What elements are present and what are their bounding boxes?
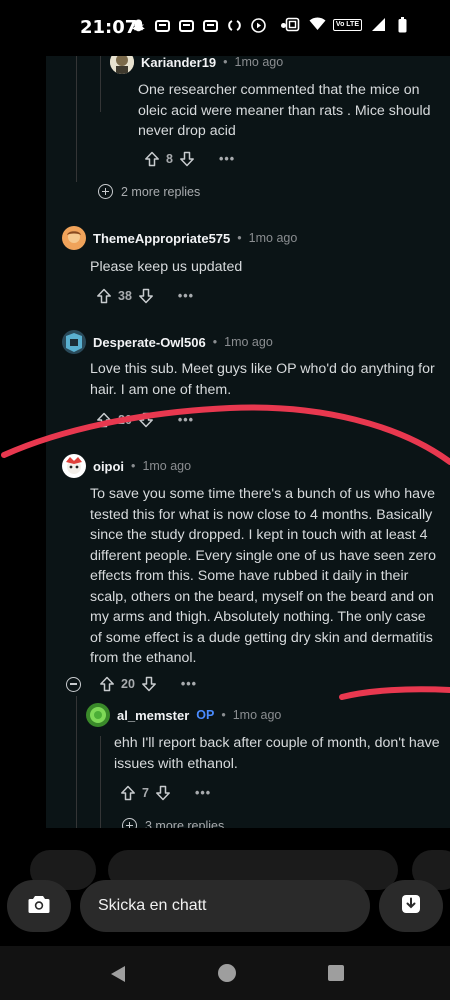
separator: • xyxy=(131,459,136,473)
timestamp: 1mo ago xyxy=(142,459,192,473)
downvote-icon[interactable] xyxy=(138,288,154,304)
wifi-icon xyxy=(309,17,326,32)
more-options-button[interactable]: ••• xyxy=(178,289,194,303)
camera-button[interactable] xyxy=(7,880,71,932)
thread-line xyxy=(76,696,77,828)
send-file-button[interactable] xyxy=(379,880,443,932)
signal-icon xyxy=(371,17,386,32)
separator: • xyxy=(237,231,242,245)
more-options-button[interactable]: ••• xyxy=(178,413,194,427)
downvote-icon[interactable] xyxy=(141,676,157,692)
system-icons: Vo LTE xyxy=(285,17,410,33)
comment-header: oipoi • 1mo ago xyxy=(62,454,191,478)
thread-line xyxy=(100,736,101,828)
message-icon xyxy=(155,19,170,32)
comment-body: Please keep us updated xyxy=(90,259,243,275)
media-icon xyxy=(251,18,266,33)
thread-line xyxy=(76,56,77,182)
upvote-icon[interactable] xyxy=(99,676,115,692)
downvote-icon[interactable] xyxy=(138,412,154,428)
timestamp: 1mo ago xyxy=(224,335,273,349)
volte-icon: Vo LTE xyxy=(332,18,362,31)
separator: • xyxy=(212,335,218,349)
vote-count: 8 xyxy=(166,152,173,166)
more-replies-link[interactable]: 2 more replies xyxy=(98,184,200,199)
comment-actions: 20 ••• xyxy=(96,412,194,428)
sync-icon xyxy=(227,18,242,33)
upvote-icon[interactable] xyxy=(96,412,112,428)
comment-actions: 8 ••• xyxy=(144,151,235,167)
vote-count: 20 xyxy=(121,677,135,691)
vote-count: 7 xyxy=(142,786,149,800)
comment-body: To save you some time there's a bunch of… xyxy=(90,486,436,666)
comment-actions: 38 ••• xyxy=(96,288,194,304)
comment-header: ThemeAppropriate575 • 1mo ago xyxy=(62,226,297,250)
message-icon xyxy=(203,19,218,32)
avatar[interactable] xyxy=(110,56,134,74)
comment-header: Desperate-Owl506 • 1mo ago xyxy=(62,330,273,354)
recent-apps-icon[interactable] xyxy=(328,965,344,981)
timestamp: 1mo ago xyxy=(232,708,282,722)
more-options-button[interactable]: ••• xyxy=(181,677,197,691)
upvote-icon[interactable] xyxy=(120,785,136,801)
timestamp: 1mo ago xyxy=(248,231,298,245)
comment-body: Love this sub. Meet guys like OP who'd d… xyxy=(90,361,435,398)
more-options-button[interactable]: ••• xyxy=(195,786,211,800)
downvote-icon[interactable] xyxy=(179,151,195,167)
collapse-icon[interactable] xyxy=(66,676,81,692)
comment-header: Kariander19 • 1mo ago xyxy=(110,56,283,74)
chat-bar: Skicka en chatt xyxy=(0,828,450,946)
vote-count: 38 xyxy=(118,289,132,303)
battery-icon xyxy=(395,17,410,33)
avatar[interactable] xyxy=(62,226,86,250)
more-replies-label: 3 more replies xyxy=(145,818,225,829)
vote-count: 20 xyxy=(118,413,132,427)
username[interactable]: oipoi xyxy=(93,459,124,474)
expand-icon xyxy=(98,184,113,199)
screenshot-icon xyxy=(285,17,300,32)
download-box-icon xyxy=(401,894,421,919)
downvote-icon[interactable] xyxy=(155,785,171,801)
more-replies-link[interactable]: 3 more replies xyxy=(122,818,224,828)
notification-icons xyxy=(131,18,286,33)
back-icon[interactable] xyxy=(108,964,128,989)
avatar[interactable] xyxy=(86,703,110,727)
separator: • xyxy=(223,56,228,69)
comment-actions: 20 ••• xyxy=(66,676,197,692)
comment-thread-screenshot: Kariander19 • 1mo ago One researcher com… xyxy=(46,56,450,828)
home-icon[interactable] xyxy=(218,964,236,982)
avatar[interactable] xyxy=(62,454,86,478)
message-icon xyxy=(179,19,194,32)
op-badge: OP xyxy=(196,708,215,722)
upvote-icon[interactable] xyxy=(144,151,160,167)
username[interactable]: ThemeAppropriate575 xyxy=(93,231,230,246)
camera-icon xyxy=(28,894,50,919)
comment-header: al_memster OP • 1mo ago xyxy=(86,703,281,727)
more-options-button[interactable]: ••• xyxy=(219,152,235,166)
username[interactable]: Kariander19 xyxy=(141,56,216,70)
comment-body: One researcher commented that the mice o… xyxy=(138,82,431,139)
expand-icon xyxy=(122,818,137,828)
snapchat-icon xyxy=(131,18,146,33)
timestamp: 1mo ago xyxy=(234,56,284,69)
username[interactable]: al_memster xyxy=(117,708,189,723)
comment-body: ehh I'll report back after couple of mon… xyxy=(114,735,440,772)
upvote-icon[interactable] xyxy=(96,288,112,304)
comment-actions: 7 ••• xyxy=(120,785,211,801)
username[interactable]: Desperate-Owl506 xyxy=(93,335,206,350)
more-replies-label: 2 more replies xyxy=(121,184,201,199)
status-bar: 21:07 Vo LTE xyxy=(0,0,450,56)
thread-line xyxy=(100,56,101,112)
avatar[interactable] xyxy=(62,330,86,354)
chat-input[interactable]: Skicka en chatt xyxy=(80,880,370,932)
status-time: 21:07 xyxy=(80,17,138,38)
navigation-bar xyxy=(0,946,450,1000)
separator: • xyxy=(221,708,226,722)
